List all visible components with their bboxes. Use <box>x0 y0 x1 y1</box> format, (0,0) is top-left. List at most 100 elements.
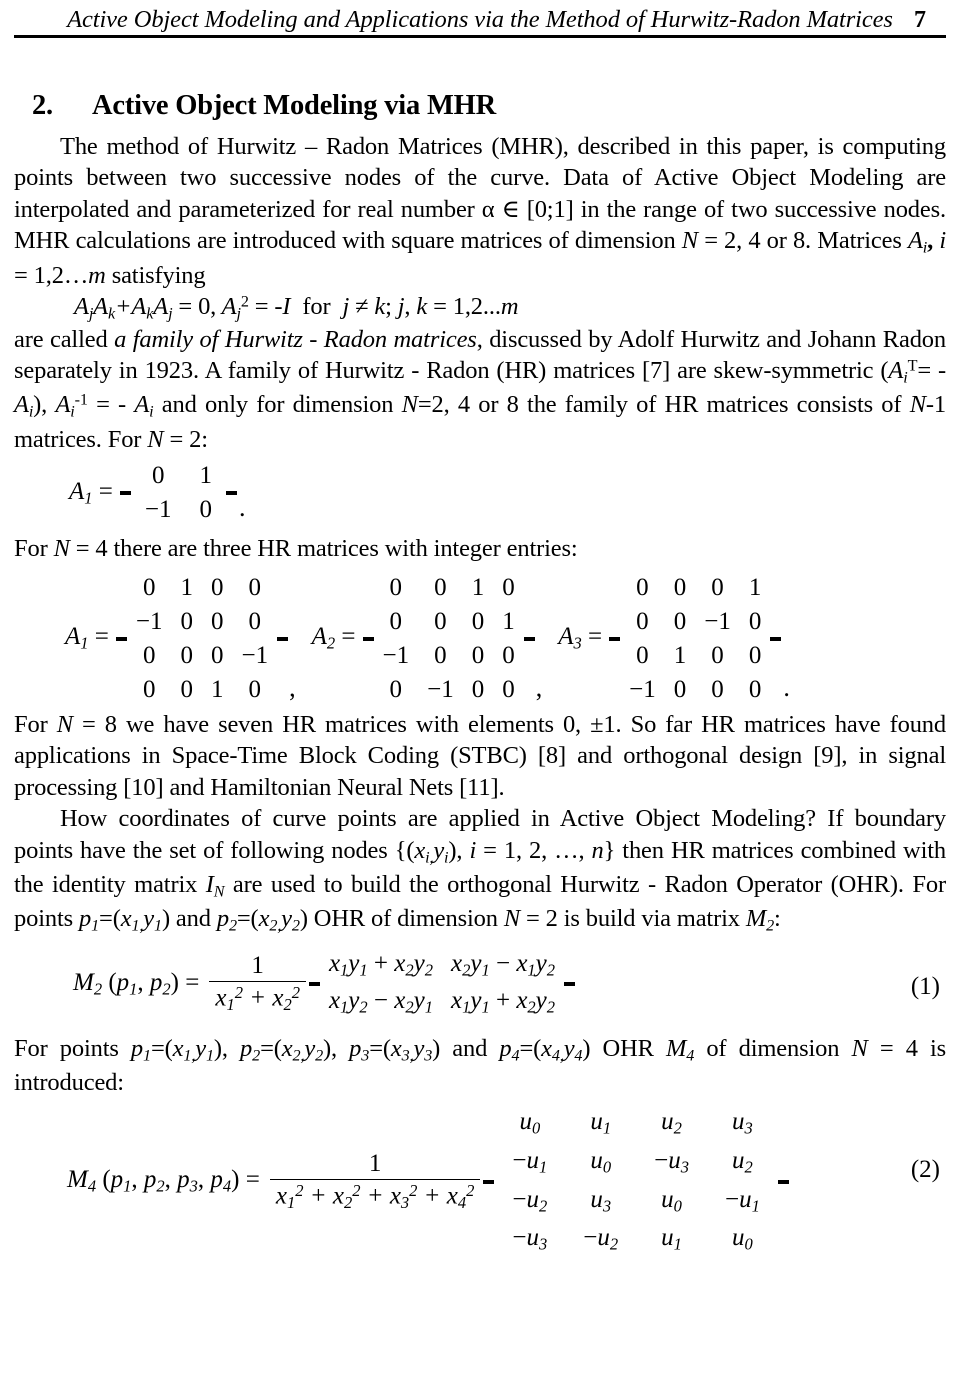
cell: 0 <box>389 573 403 601</box>
cell: −u1 <box>724 1185 760 1216</box>
bracket-right <box>564 981 576 986</box>
table-row: 0 −1 0 0 <box>374 673 524 707</box>
page-number: 7 <box>914 7 926 33</box>
cell: 0 <box>711 641 724 669</box>
matrix-a1-n2: A1 = 01 −1 0 . <box>14 459 946 527</box>
equation-2-number: (2) <box>910 1156 940 1184</box>
fraction-denominator: x12 + x22 + x32 + x42 <box>269 1178 481 1213</box>
cell: 0 <box>248 675 262 703</box>
equation-1-matrix: x1y1 + x2y2 x2y1 − x1y2 x1y2 − x2y1 x1y1… <box>320 947 564 1020</box>
cell: 0 <box>711 675 724 703</box>
var-A: A <box>907 227 923 255</box>
fraction-numerator: 1 <box>251 952 264 980</box>
var-m: m <box>88 261 106 289</box>
table-row: −u3 −u2 u1 u0 <box>494 1220 777 1259</box>
matrix-a2-n4-label: A2 = <box>311 623 356 653</box>
cell: 0 <box>471 641 485 669</box>
bracket-right <box>777 1179 789 1184</box>
family-text-g: = 2: <box>163 425 208 453</box>
bracket-right <box>523 636 535 641</box>
cell: 1 <box>673 641 687 669</box>
table-row: 0001 <box>374 605 524 639</box>
cell: u0 <box>661 1185 682 1216</box>
cell: 0 <box>673 675 687 703</box>
fraction-denominator: x12 + x22 <box>209 981 306 1015</box>
cell: 0 <box>502 641 515 669</box>
cell: 0 <box>142 675 156 703</box>
equation-1-block: M2 (p1, p2) = 1 x12 + x22 x1y1 + x2y2 x2… <box>14 947 946 1020</box>
section-title: Active Object Modeling via MHR <box>92 90 496 121</box>
bracket-left <box>483 1179 495 1184</box>
cell: 1 <box>199 462 213 490</box>
equation-2: M4 (p1, p2, p3, p4) = 1 x12 + x22 + x32 … <box>14 1104 946 1258</box>
equation-1: M2 (p1, p2) = 1 x12 + x22 x1y1 + x2y2 x2… <box>14 947 946 1020</box>
table-row: 0 0 −1 0 <box>620 605 770 639</box>
paragraph-coords: How coordinates of curve points are appl… <box>14 805 946 935</box>
cell: −1 <box>241 641 269 669</box>
sep-comma: , <box>927 227 940 255</box>
cell: u0 <box>519 1108 541 1138</box>
cell: 0 <box>142 641 156 669</box>
cell: 1 <box>211 675 224 703</box>
fraction-numerator: 1 <box>368 1149 382 1177</box>
cell: −1 <box>704 607 731 635</box>
trailing-punct: . <box>239 493 246 523</box>
cell: 0 <box>211 573 224 601</box>
table-row: x1y1 + x2y2 x2y1 − x1y2 <box>320 947 564 984</box>
var-N: N <box>681 227 698 255</box>
cell: 0 <box>151 462 165 490</box>
table-row: 0100 <box>127 571 277 605</box>
table-row: 0001 <box>620 571 770 605</box>
cell: 0 <box>142 573 156 601</box>
page-header: Active Object Modeling and Applications … <box>14 0 946 34</box>
header-divider <box>14 35 946 38</box>
cell: 0 <box>389 607 403 635</box>
matrix-a3-n4-label: A3 = <box>558 623 603 653</box>
cell: −1 <box>629 675 656 703</box>
paragraph-intro: The method of Hurwitz – Radon Matrices (… <box>14 131 946 291</box>
cell: 0 <box>471 607 485 635</box>
cell: x1y1 + x2y2 <box>328 950 433 980</box>
bracket-right <box>770 636 782 641</box>
cell: u1 <box>661 1224 682 1254</box>
family-text-c: ), <box>33 391 56 419</box>
paragraph-intro-cont: = 2, 4 or 8. Matrices <box>697 227 908 255</box>
table-row: −u2 u3 u0 −u1 <box>494 1182 777 1221</box>
cell: u0 <box>590 1146 612 1177</box>
paragraph-n8: For N = 8 we have seven HR matrices with… <box>14 710 946 801</box>
family-emphasis: a family of Hurwitz - Radon matrices <box>114 325 477 353</box>
equation-1-lhs: M2 (p1, p2) = <box>73 968 200 999</box>
equation-1-fraction: 1 x12 + x22 <box>209 952 306 1015</box>
table-row: −1 0 0 0 <box>620 673 770 707</box>
cell: 0 <box>248 573 262 601</box>
cell: 0 <box>180 641 194 669</box>
bracket-right <box>277 636 289 641</box>
satisfying-text: satisfying <box>105 261 206 289</box>
table-row: 0 0 0 −1 <box>127 639 277 673</box>
paragraph-n4-intro: For N = 4 there are three HR matrices wi… <box>14 535 578 563</box>
table-row: 0010 <box>374 571 524 605</box>
document-page: Active Object Modeling and Applications … <box>0 0 960 1388</box>
cell: 1 <box>471 573 485 601</box>
cell: 1 <box>748 573 762 601</box>
cell: u1 <box>590 1108 612 1138</box>
bracket-right <box>226 491 237 496</box>
cell: −u3 <box>654 1146 689 1177</box>
equation-2-lhs: M4 (p1, p2, p3, p4) = <box>67 1166 260 1196</box>
cell: x1y2 − x2y1 <box>328 986 433 1017</box>
var-i: i <box>939 227 946 255</box>
matrix-a1-n4-label: A1 = <box>65 623 109 653</box>
bracket-left <box>362 636 374 641</box>
bracket-left <box>119 491 131 496</box>
cell: −u1 <box>512 1146 548 1177</box>
cell: −u3 <box>512 1224 548 1254</box>
cell: −1 <box>135 607 163 635</box>
cell: 0 <box>211 641 224 669</box>
bracket-left <box>308 981 320 986</box>
matrix-a3-n4-table: 0001 0 0 −1 0 0100 −1 0 0 0 <box>620 571 770 707</box>
cell: 0 <box>748 675 762 703</box>
cell: 0 <box>673 607 687 635</box>
condition-equation: AjAk+AkAj = 0, Aj2 = -I for j ≠ k; j, k … <box>74 293 519 323</box>
cell: x1y1 + x2y2 <box>450 986 556 1017</box>
cell: −u2 <box>512 1185 548 1216</box>
